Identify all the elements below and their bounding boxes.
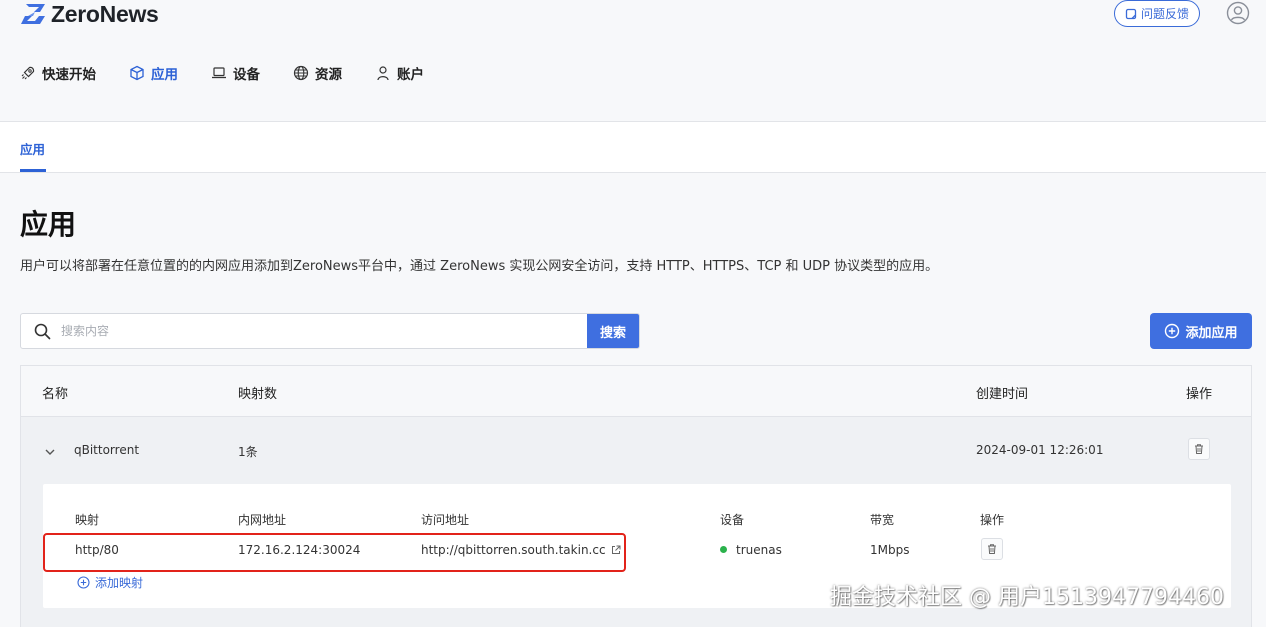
access-address: http://qbittorren.south.takin.cc (421, 543, 606, 557)
user-icon (377, 66, 389, 81)
trash-icon (1195, 444, 1203, 454)
trash-icon (988, 544, 996, 554)
add-mapping-label: 添加映射 (95, 576, 144, 590)
top-bar: ZeroNews 问题反馈 快速开始 应用 设备 资源 账户 (0, 0, 1266, 122)
sub-column-lan-address: 内网地址 (238, 513, 287, 527)
feedback-button[interactable]: 问题反馈 (1114, 0, 1200, 27)
column-mappings: 映射数 (238, 387, 278, 402)
search-bar: 搜索 (20, 313, 640, 349)
app-name: qBittorrent (74, 443, 140, 457)
zeronews-logo-icon (21, 4, 45, 24)
laptop-icon (212, 67, 226, 79)
main-nav: 快速开始 应用 设备 资源 账户 (20, 62, 457, 84)
search-input[interactable] (61, 316, 581, 346)
search-button[interactable]: 搜索 (587, 314, 639, 348)
watermark: 掘金技术社区 @ 用户1513947794460 (830, 585, 1224, 610)
mapping-protocol-port: http/80 (75, 543, 119, 557)
tab-active-indicator (20, 169, 46, 172)
chevron-down-icon[interactable] (43, 445, 57, 459)
nav-label: 资源 (315, 67, 342, 83)
nav-item-apps[interactable]: 应用 (129, 63, 178, 83)
lan-address: 172.16.2.124:30024 (238, 543, 361, 557)
sub-column-device: 设备 (720, 513, 745, 527)
brand-name: ZeroNews (51, 0, 159, 27)
cube-icon (130, 65, 144, 81)
nav-label: 快速开始 (42, 67, 96, 83)
tab-apps[interactable]: 应用 (20, 139, 45, 158)
device-cell: truenas (720, 543, 782, 557)
mapping-count: 1条 (238, 445, 258, 459)
sub-column-actions: 操作 (980, 513, 1005, 527)
nav-item-devices[interactable]: 设备 (211, 63, 260, 83)
plus-circle-icon (77, 576, 90, 589)
add-app-button[interactable]: 添加应用 (1150, 313, 1252, 349)
sub-column-mapping: 映射 (75, 513, 100, 527)
plus-circle-icon (1165, 323, 1180, 339)
sub-column-bandwidth: 带宽 (870, 513, 895, 527)
search-icon (34, 323, 51, 340)
tab-bar: 应用 (0, 122, 1266, 173)
nav-label: 账户 (397, 67, 424, 83)
nav-item-resources[interactable]: 资源 (293, 63, 342, 83)
globe-icon (293, 65, 309, 81)
created-at: 2024-09-01 12:26:01 (976, 443, 1104, 457)
nav-item-quickstart[interactable]: 快速开始 (20, 63, 96, 83)
page-title: 应用 (20, 208, 77, 241)
nav-label: 设备 (233, 67, 260, 83)
external-link-icon (611, 545, 621, 554)
note-icon (1125, 8, 1137, 19)
bandwidth: 1Mbps (870, 543, 910, 557)
delete-app-button[interactable] (1188, 438, 1210, 460)
feedback-label: 问题反馈 (1140, 7, 1189, 21)
access-address-link[interactable]: http://qbittorren.south.takin.cc (421, 543, 621, 557)
rocket-icon (21, 66, 35, 80)
column-actions: 操作 (1186, 387, 1213, 402)
user-circle-icon[interactable] (1226, 1, 1250, 25)
device-online-status (720, 546, 727, 553)
add-mapping-button[interactable]: 添加映射 (77, 574, 143, 591)
column-name: 名称 (42, 387, 69, 402)
sub-column-access-address: 访问地址 (421, 513, 470, 527)
nav-item-account[interactable]: 账户 (375, 63, 424, 83)
device-name: truenas (736, 543, 782, 557)
table-row[interactable]: qBittorrent 1条 2024-09-01 12:26:01 (21, 417, 1251, 483)
add-app-label: 添加应用 (1185, 325, 1238, 341)
delete-mapping-button[interactable] (981, 538, 1003, 560)
table-header: 名称 映射数 创建时间 操作 (21, 366, 1251, 417)
page-description: 用户可以将部署在任意位置的的内网应用添加到ZeroNews平台中，通过 Zero… (20, 259, 939, 274)
column-created: 创建时间 (976, 387, 1029, 402)
brand-logo[interactable]: ZeroNews (20, 0, 159, 27)
nav-label: 应用 (151, 67, 178, 83)
